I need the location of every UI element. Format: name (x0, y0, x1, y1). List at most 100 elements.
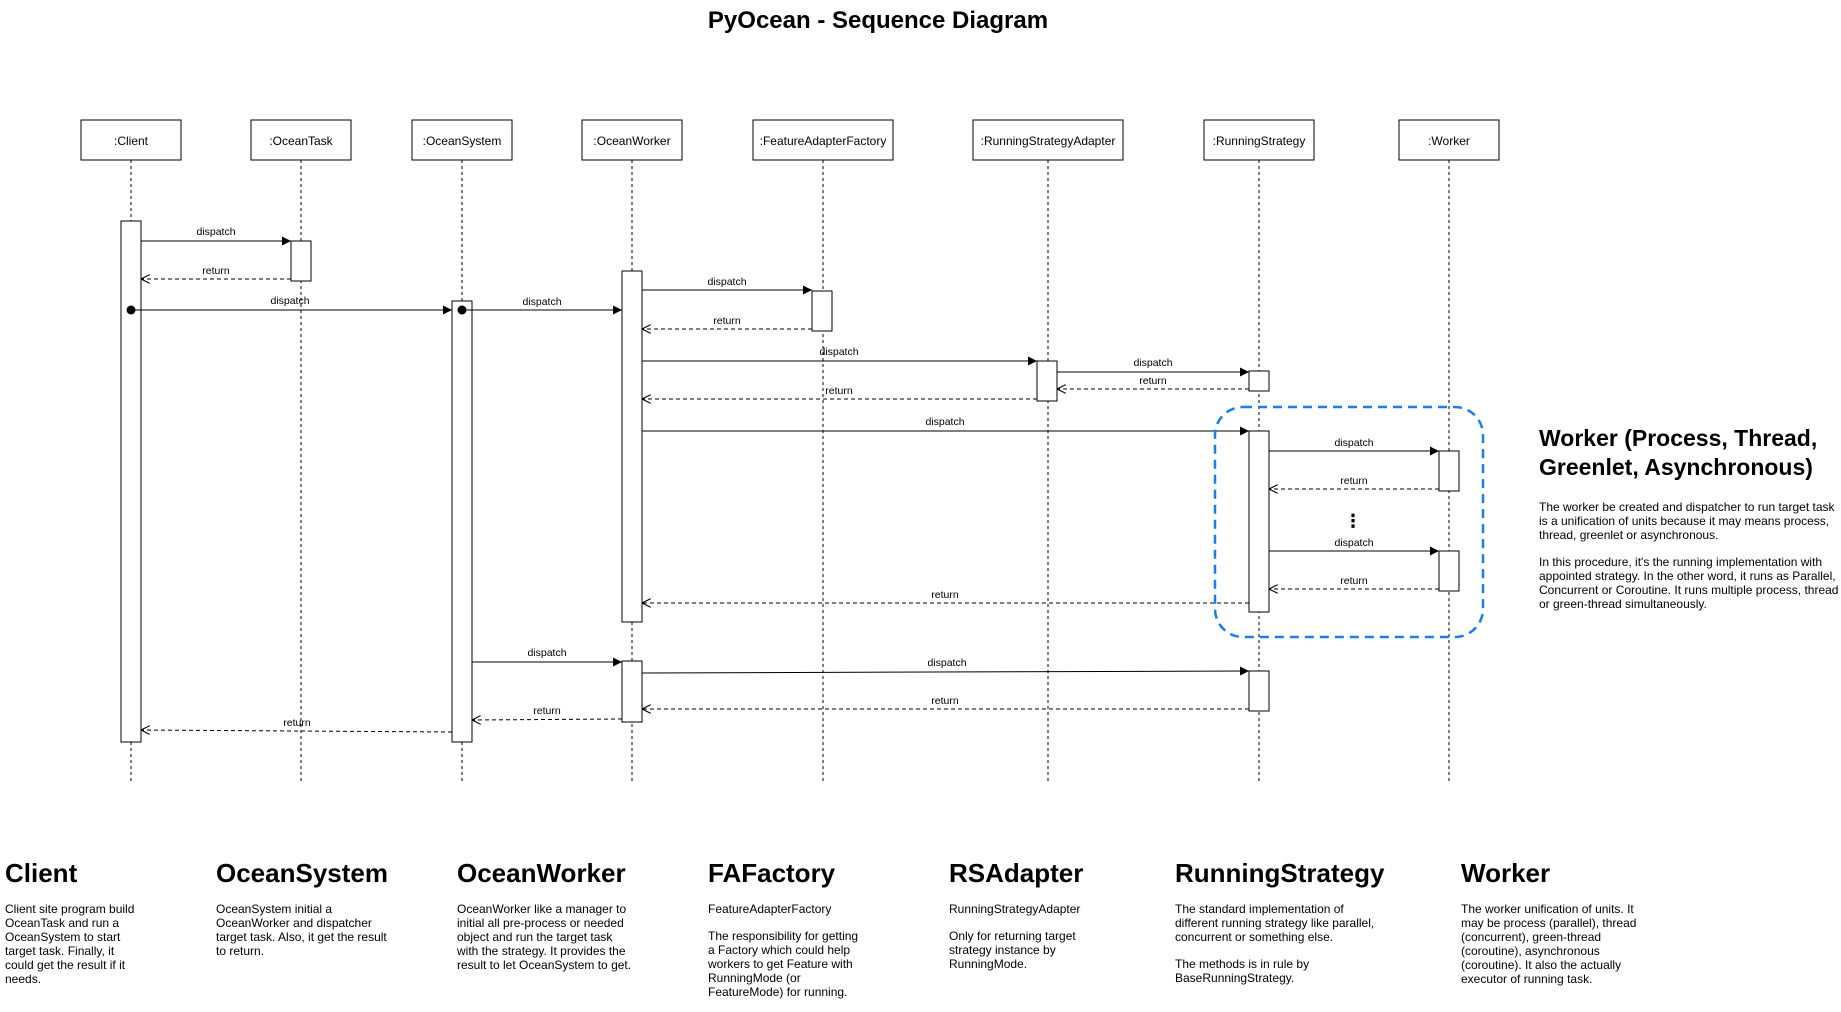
description-text: Only for returning target strategy insta… (949, 929, 1076, 971)
return-message: return (642, 695, 1249, 709)
activation-bar (1036, 360, 1058, 402)
description-text: The standard implementation of different… (1175, 902, 1375, 944)
return-message: return (642, 315, 812, 329)
dispatch-message: dispatch (642, 416, 1249, 436)
message-label: dispatch (1334, 537, 1373, 549)
description-title: RunningStrategy (1175, 858, 1385, 888)
description-text: OceanWorker like a manager to initial al… (457, 902, 632, 972)
dispatch-message: dispatch (642, 276, 812, 295)
return-message: return (1057, 375, 1249, 389)
description-text: RunningStrategyAdapter (949, 902, 1081, 916)
message-label: return (713, 315, 741, 327)
messages: dispatch return dispatch dispatch dispatch re… (126, 226, 1439, 732)
description-title: Worker (1461, 858, 1551, 888)
participant-label: :OceanSystem (423, 134, 502, 148)
participant-label: :Worker (1428, 134, 1470, 148)
message-label: return (533, 705, 561, 717)
description-title: RSAdapter (949, 858, 1084, 888)
activation-bar (290, 240, 312, 282)
message-label: dispatch (707, 276, 746, 288)
message-label: dispatch (196, 226, 235, 238)
side-note-paragraph-1: The worker be created and dispatcher to … (1539, 500, 1835, 542)
message-label: dispatch (925, 416, 964, 428)
dispatch-message: dispatch (126, 295, 452, 315)
return-message: return (642, 589, 1249, 603)
activation-bar (451, 300, 473, 743)
description-runningstrategy: RunningStrategy The standard implementat… (1175, 858, 1385, 998)
participant-label: :RunningStrategy (1213, 134, 1306, 148)
return-message: return (1269, 475, 1439, 489)
participant-label: :FeatureAdapterFactory (760, 134, 887, 148)
description-fafactory: FAFactory FeatureAdapterFactory The resp… (708, 858, 868, 1012)
activation-bars (120, 220, 1460, 743)
return-message: return (141, 265, 291, 279)
activation-bar (1248, 430, 1270, 613)
message-label: dispatch (522, 296, 561, 308)
side-note-title: Worker (Process, Thread, Greenlet, Async… (1539, 425, 1818, 480)
message-label: return (283, 717, 311, 729)
dispatch-message: dispatch (1057, 357, 1249, 377)
description-title: OceanWorker (457, 858, 626, 888)
message-label: return (931, 589, 959, 601)
description-text: The worker unification of units. It may … (1461, 902, 1637, 986)
participant-label: :Client (114, 134, 149, 148)
description-client: Client Client site program build OceanTa… (5, 858, 145, 999)
description-oceanworker: OceanWorker OceanWorker like a manager t… (457, 858, 632, 985)
dispatch-message: dispatch (641, 657, 1250, 676)
return-message: return (642, 385, 1037, 399)
message-label: return (202, 265, 230, 277)
description-text: OceanSystem initial a OceanWorker and di… (216, 902, 387, 958)
ellipsis-indicator: ⋮ (1344, 511, 1362, 532)
message-label: dispatch (927, 657, 966, 669)
message-arrow (641, 666, 1250, 676)
dispatch-message: dispatch (472, 647, 622, 667)
participant-label: :OceanWorker (593, 134, 670, 148)
found-message-dot (126, 305, 136, 315)
side-note-paragraph-2: In this procedure, it's the running impl… (1539, 555, 1839, 611)
description-text: Client site program build OceanTask and … (5, 902, 135, 986)
dispatch-message: dispatch (141, 226, 291, 246)
participant-label: :OceanTask (269, 134, 333, 148)
dispatch-message: dispatch (457, 296, 622, 315)
activation-bar (621, 270, 643, 623)
return-message: return (1269, 575, 1439, 589)
dispatch-message: dispatch (1269, 437, 1439, 456)
activation-bar (120, 220, 142, 743)
description-text: The methods is in rule by BaseRunningStr… (1175, 957, 1310, 985)
activation-bar (621, 660, 643, 723)
description-text: The responsibility for getting a Factory… (708, 929, 859, 999)
message-label: dispatch (1334, 437, 1373, 449)
activation-bar (1438, 450, 1460, 492)
return-message: return (472, 705, 623, 720)
return-message: return (141, 717, 453, 732)
description-worker: Worker The worker unification of units. … (1461, 858, 1641, 999)
activation-bar (811, 290, 833, 332)
message-arrow (472, 719, 623, 720)
activation-bar (1438, 550, 1460, 592)
participant-label: :RunningStrategyAdapter (981, 134, 1116, 148)
description-title: Client (5, 858, 78, 888)
worker-side-note: Worker (Process, Thread, Greenlet, Async… (1539, 424, 1839, 624)
description-rsadapter: RSAdapter RunningStrategyAdapter Only fo… (949, 858, 1109, 984)
dispatch-message: dispatch (1269, 537, 1439, 556)
description-oceansystem: OceanSystem OceanSystem initial a OceanW… (216, 858, 391, 971)
description-title: FAFactory (708, 858, 836, 888)
message-label: return (825, 385, 853, 397)
diagram-title: PyOcean - Sequence Diagram (708, 7, 1048, 34)
description-title: OceanSystem (216, 858, 388, 888)
message-label: return (931, 695, 959, 707)
message-label: dispatch (270, 295, 309, 307)
dispatch-message: dispatch (642, 346, 1037, 366)
activation-bar (1248, 370, 1270, 392)
activation-bar (1248, 670, 1270, 712)
message-label: return (1340, 575, 1368, 587)
message-label: return (1340, 475, 1368, 487)
participant-runningstrategyadapter: :RunningStrategyAdapter (972, 119, 1124, 782)
participant-featureadapterfactory: :FeatureAdapterFactory (752, 119, 894, 782)
message-label: dispatch (1133, 357, 1172, 369)
description-text: FeatureAdapterFactory (708, 902, 832, 916)
found-message-dot (457, 305, 467, 315)
message-label: dispatch (819, 346, 858, 358)
message-label: dispatch (527, 647, 566, 659)
participant-oceantask: :OceanTask (250, 119, 352, 782)
